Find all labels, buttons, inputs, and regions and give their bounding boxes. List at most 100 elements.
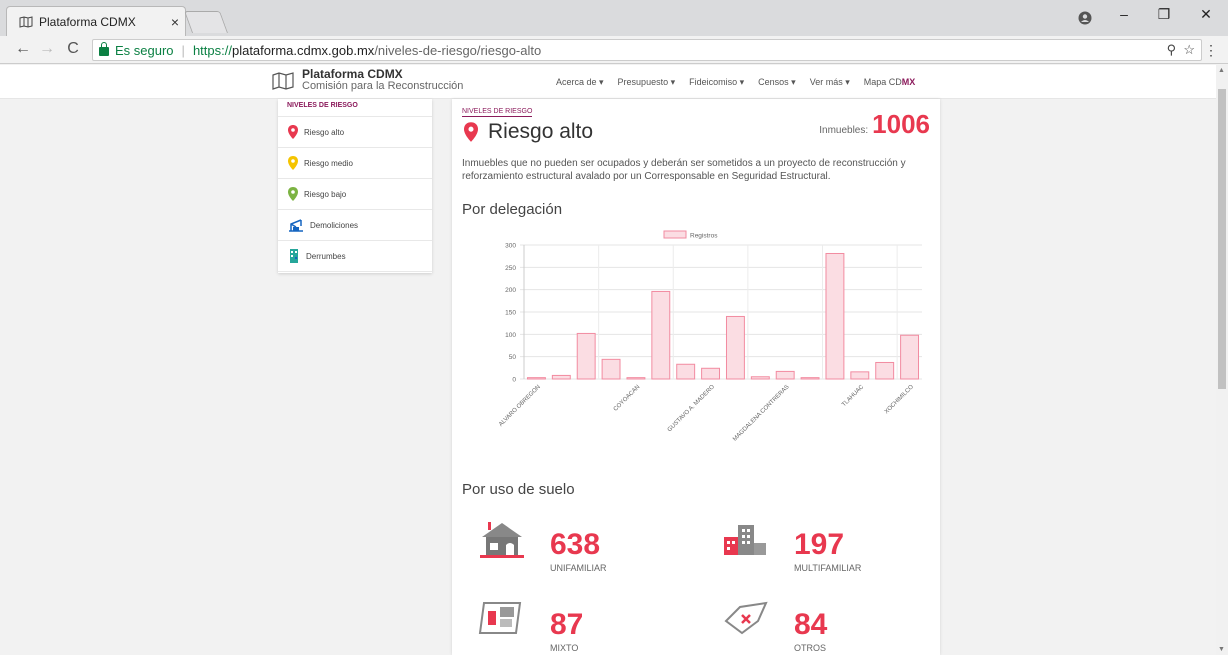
risk-levels-sidebar: NIVELES DE RIESGO Riesgo alto Riesgo med…: [278, 99, 432, 273]
profile-icon[interactable]: [1078, 11, 1092, 25]
other-use-icon: [724, 601, 768, 635]
sidebar-item-riesgo-bajo[interactable]: Riesgo bajo: [278, 179, 432, 210]
y-tick-label: 150: [505, 310, 516, 317]
url-host: plataforma.cdmx.gob.mx: [231, 42, 375, 58]
y-tick-label: 250: [505, 265, 516, 272]
delegation-bar-chart: 0 50 100 150 200 250 300 Registros ALVARO OBREGO…: [498, 230, 922, 443]
nav-fideicomiso[interactable]: Fideicomiso ▾: [689, 77, 744, 88]
x-tick-label: TLAHUAC: [841, 384, 866, 409]
close-window-icon[interactable]: ✕: [1192, 6, 1220, 23]
stat-value: 638: [550, 528, 601, 561]
browser-tab[interactable]: Plataforma CDMX ×: [6, 6, 186, 36]
stat-value: 87: [550, 608, 584, 641]
pin-red-icon: [464, 122, 478, 142]
main-nav: Acerca de ▾ Presupuesto ▾ Fideicomiso ▾ …: [556, 77, 915, 88]
page-title-row: Riesgo alto: [464, 120, 593, 144]
scroll-down-icon[interactable]: ▼: [1218, 646, 1225, 653]
brand-subtitle: Comisión para la Reconstrucción: [302, 80, 464, 92]
url-scheme: https://: [192, 42, 232, 58]
crane-icon: [289, 219, 303, 232]
page-scrollbar[interactable]: ▲ ▼: [1216, 65, 1228, 655]
sidebar-item-riesgo-alto[interactable]: Riesgo alto: [278, 117, 432, 148]
sidebar-item-derrumbes[interactable]: Derrumbes: [278, 241, 432, 272]
count-value: 1006: [872, 109, 930, 139]
stat-mixto: 87 MIXTO: [478, 599, 583, 653]
minimize-icon[interactable]: –: [1110, 6, 1138, 22]
secure-label: Es seguro: [115, 42, 174, 58]
y-tick-label: 200: [505, 287, 516, 294]
scroll-up-icon[interactable]: ▲: [1218, 67, 1225, 74]
sidebar-item-demoliciones[interactable]: Demoliciones: [278, 210, 432, 241]
breadcrumb[interactable]: NIVELES DE RIESGO: [462, 108, 533, 117]
stat-label: OTROS: [794, 643, 827, 653]
map-icon: [19, 15, 33, 28]
stat-value: 84: [794, 608, 828, 641]
chart-bar: [551, 374, 571, 380]
chart-bar: [900, 334, 920, 380]
brand-text: Plataforma CDMX Comisión para la Reconst…: [302, 68, 463, 93]
forward-icon[interactable]: →: [36, 40, 58, 58]
chart-bar: [725, 315, 745, 380]
url-input[interactable]: Es seguro | https://plataforma.cdmx.gob.…: [92, 39, 1202, 61]
nav-mapa-mx: MX: [901, 77, 916, 87]
buildings-icon: [724, 525, 766, 555]
brand-title: Plataforma CDMX: [302, 67, 403, 81]
chart-bar: [651, 290, 671, 380]
sidebar-item-label: Riesgo alto: [304, 127, 345, 137]
section-heading-uso-suelo: Por uso de suelo: [462, 481, 575, 498]
browser-menu-icon[interactable]: ⋮: [1204, 42, 1218, 59]
tab-title: Plataforma CDMX: [39, 14, 136, 29]
nav-censos[interactable]: Censos ▾: [758, 77, 796, 88]
bookmark-star-icon[interactable]: ☆: [1183, 42, 1195, 57]
stat-label: MULTIFAMILIAR: [794, 563, 862, 573]
nav-presupuesto[interactable]: Presupuesto ▾: [618, 77, 676, 88]
stat-label: MIXTO: [550, 643, 579, 653]
stat-text: 197 MULTIFAMILIAR: [794, 528, 862, 574]
url-separator: |: [181, 42, 185, 58]
brand-logo[interactable]: Plataforma CDMX Comisión para la Reconst…: [272, 68, 463, 93]
back-icon[interactable]: ←: [12, 40, 34, 58]
y-tick-label: 100: [505, 332, 516, 339]
legend-label: Registros: [690, 233, 718, 240]
stat-value: 197: [794, 528, 845, 561]
nav-ver-mas[interactable]: Ver más ▾: [810, 77, 850, 88]
chart-bar: [701, 367, 721, 380]
stat-text: 87 MIXTO: [550, 608, 584, 654]
reload-icon[interactable]: C: [62, 40, 84, 58]
chart-bar: [875, 361, 895, 380]
page-title: Riesgo alto: [488, 120, 594, 143]
property-count: Inmuebles: 1006: [819, 109, 930, 140]
lock-icon: [99, 41, 109, 56]
x-tick-label: GUSTAVO A. MADERO: [667, 384, 716, 433]
close-tab-icon[interactable]: ×: [165, 14, 185, 30]
chart-bar: [825, 252, 845, 380]
description: Inmuebles que no pueden ser ocupados y d…: [462, 158, 906, 182]
scrollbar-thumb[interactable]: [1218, 89, 1226, 389]
site-header: Plataforma CDMX Comisión para la Reconst…: [0, 65, 1216, 99]
chart-bar: [676, 363, 696, 380]
sidebar-item-riesgo-medio[interactable]: Riesgo medio: [278, 148, 432, 179]
stat-label: UNIFAMILIAR: [550, 563, 607, 573]
stat-unifamiliar: 638 UNIFAMILIAR: [478, 519, 607, 573]
address-bar-row: ← → C Es seguro | https://plataforma.cdm…: [0, 36, 1228, 64]
x-tick-label: COYOACAN: [613, 384, 642, 413]
pin-red-icon: [288, 125, 298, 139]
restore-icon[interactable]: ❐: [1150, 6, 1178, 23]
nav-mapa[interactable]: Mapa CDMX: [864, 77, 916, 88]
new-tab-button[interactable]: [183, 11, 229, 33]
chart-bar: [576, 332, 596, 380]
omnibox-actions: ⚲ ☆: [1167, 42, 1195, 58]
main-panel: NIVELES DE RIESGO Riesgo alto Inmuebles:…: [452, 99, 940, 655]
map-logo-icon: [272, 71, 294, 90]
x-tick-label: ALVARO OBREGON: [498, 384, 542, 428]
pin-green-icon: [288, 187, 298, 201]
chart-bar: [526, 377, 546, 380]
chart-bar: [800, 377, 820, 380]
x-tick-label: MAGDALENA CONTRERAS: [732, 384, 790, 442]
nav-acerca[interactable]: Acerca de ▾: [556, 77, 604, 88]
stat-text: 84 OTROS: [794, 608, 828, 654]
sidebar-item-label: Demoliciones: [310, 220, 359, 230]
y-tick-label: 50: [509, 354, 517, 361]
zoom-icon[interactable]: ⚲: [1167, 42, 1177, 57]
legend-swatch: [663, 230, 687, 239]
